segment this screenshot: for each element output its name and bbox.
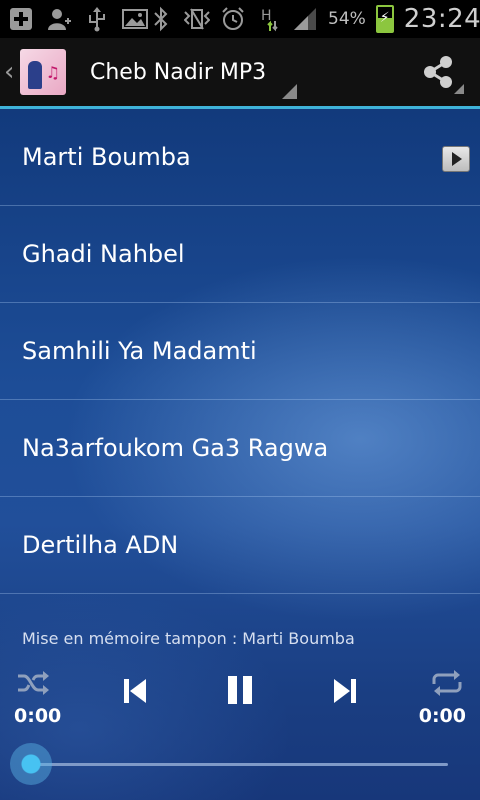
action-bar: ‹ ♫ Cheb Nadir MP3 bbox=[0, 38, 480, 109]
previous-button[interactable] bbox=[122, 676, 148, 710]
share-button[interactable] bbox=[418, 52, 458, 92]
vibrate-icon bbox=[183, 6, 211, 32]
clock: 23:24 bbox=[403, 4, 480, 34]
play-icon[interactable] bbox=[442, 146, 470, 172]
alarm-icon bbox=[220, 6, 246, 32]
repeat-button[interactable] bbox=[430, 669, 464, 701]
share-menu-indicator-icon bbox=[454, 84, 464, 94]
battery-charging-icon: ⚡ bbox=[375, 5, 394, 33]
signal-icon bbox=[292, 6, 318, 32]
dropdown-indicator-icon bbox=[282, 84, 297, 99]
back-chevron-icon[interactable]: ‹ bbox=[4, 57, 18, 87]
list-item[interactable]: Ghadi Nahbel bbox=[0, 206, 480, 303]
status-bar: H 54% ⚡ 23:24 bbox=[0, 0, 480, 38]
list-item[interactable]: Marti Boumba bbox=[0, 109, 480, 206]
app-title[interactable]: Cheb Nadir MP3 bbox=[90, 60, 266, 85]
elapsed-time: 0:00 bbox=[14, 705, 62, 727]
track-name: Dertilha ADN bbox=[22, 531, 179, 559]
app-cover-icon[interactable]: ♫ bbox=[20, 49, 66, 95]
list-item[interactable]: Samhili Ya Madamti bbox=[0, 303, 480, 400]
pause-button[interactable] bbox=[226, 673, 254, 711]
track-name: Na3arfoukom Ga3 Ragwa bbox=[22, 434, 329, 462]
image-icon bbox=[122, 6, 148, 32]
buffering-status: Mise en mémoire tampon : Marti Boumba bbox=[22, 629, 355, 648]
shuffle-icon bbox=[18, 671, 49, 695]
share-icon bbox=[424, 56, 452, 88]
shuffle-button[interactable] bbox=[16, 669, 50, 701]
track-name: Samhili Ya Madamti bbox=[22, 337, 257, 365]
usb-icon bbox=[84, 6, 110, 32]
battery-percent: 54% bbox=[328, 9, 366, 29]
track-list: Marti Boumba Ghadi Nahbel Samhili Ya Mad… bbox=[0, 109, 480, 594]
bluetooth-icon bbox=[148, 6, 174, 32]
person-icon bbox=[46, 6, 72, 32]
next-button[interactable] bbox=[332, 676, 358, 710]
svg-text:H: H bbox=[261, 8, 272, 24]
duration-time: 0:00 bbox=[418, 705, 466, 727]
plus-icon bbox=[8, 6, 34, 32]
previous-icon bbox=[124, 679, 146, 703]
track-name: Marti Boumba bbox=[22, 143, 191, 171]
repeat-icon bbox=[432, 670, 462, 696]
track-name: Ghadi Nahbel bbox=[22, 240, 185, 268]
pause-icon bbox=[228, 676, 252, 704]
player-content: Marti Boumba Ghadi Nahbel Samhili Ya Mad… bbox=[0, 109, 480, 800]
seek-bar[interactable] bbox=[34, 763, 448, 766]
list-item[interactable]: Dertilha ADN bbox=[0, 497, 480, 594]
data-h-icon: H bbox=[256, 6, 282, 32]
next-icon bbox=[334, 679, 356, 703]
seek-thumb[interactable] bbox=[10, 743, 52, 785]
list-item[interactable]: Na3arfoukom Ga3 Ragwa bbox=[0, 400, 480, 497]
